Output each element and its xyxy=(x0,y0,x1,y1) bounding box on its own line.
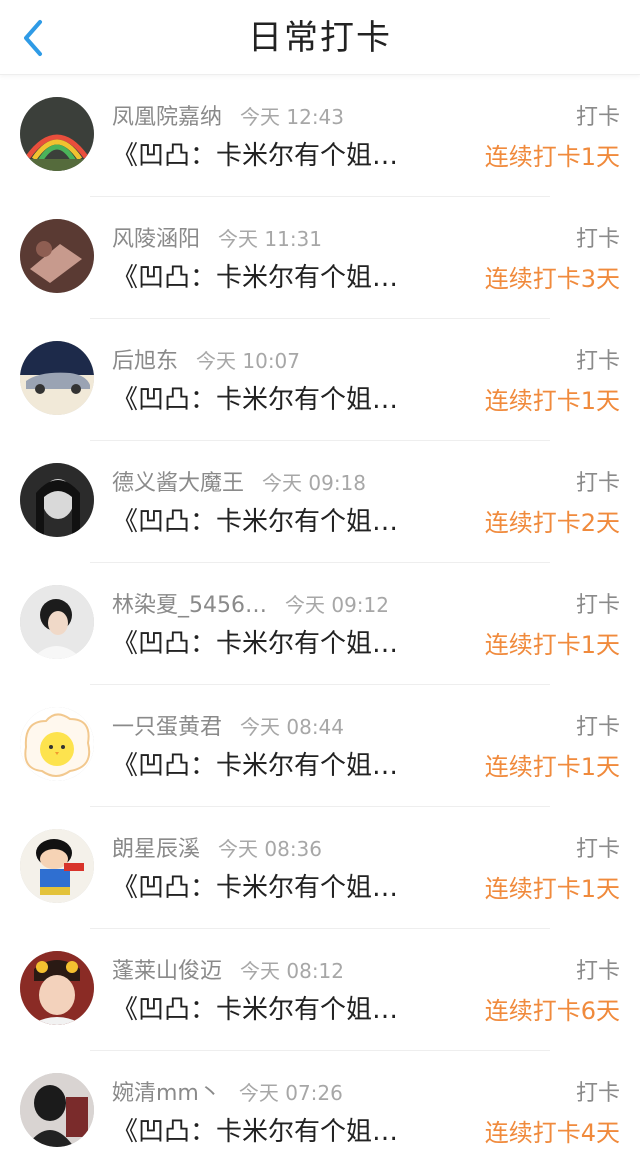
streak-label: 连续打卡1天 xyxy=(484,143,620,171)
avatar xyxy=(20,341,94,415)
streak-label: 连续打卡1天 xyxy=(484,875,620,903)
checkin-time: 今天 09:18 xyxy=(262,471,367,495)
list-item[interactable]: 德义酱大魔王 今天 09:18 打卡 《凹凸：卡米尔有个姐… 连续打卡2天 xyxy=(0,441,640,563)
user-name: 婉清mm丶 今天 07:26 xyxy=(112,1075,343,1107)
book-title: 《凹凸：卡米尔有个姐… xyxy=(112,507,399,537)
avatar xyxy=(20,707,94,781)
checkin-time: 今天 07:26 xyxy=(238,1081,343,1105)
checkin-time: 今天 10:07 xyxy=(196,349,301,373)
user-name: 凤凰院嘉纳 今天 12:43 xyxy=(112,99,344,131)
user-name-text: 蓬莱山俊迈 xyxy=(112,959,223,984)
book-title: 《凹凸：卡米尔有个姐… xyxy=(112,629,399,659)
list-item[interactable]: 风陵涵阳 今天 11:31 打卡 《凹凸：卡米尔有个姐… 连续打卡3天 xyxy=(0,197,640,319)
streak-label: 连续打卡1天 xyxy=(484,387,620,415)
checkin-time: 今天 09:12 xyxy=(285,593,389,617)
book-title: 《凹凸：卡米尔有个姐… xyxy=(112,1117,399,1147)
user-name: 蓬莱山俊迈 今天 08:12 xyxy=(112,953,344,985)
action-label: 打卡 xyxy=(575,593,620,618)
action-label: 打卡 xyxy=(575,471,620,496)
user-name-text: 德义酱大魔王 xyxy=(112,471,245,496)
list-item[interactable]: 后旭东 今天 10:07 打卡 《凹凸：卡米尔有个姐… 连续打卡1天 xyxy=(0,319,640,441)
user-name: 后旭东 今天 10:07 xyxy=(112,343,300,375)
action-label: 打卡 xyxy=(575,105,620,130)
action-label: 打卡 xyxy=(575,837,620,862)
list-item[interactable]: 林染夏_5456… 今天 09:12 打卡 《凹凸：卡米尔有个姐… 连续打卡1天 xyxy=(0,563,640,685)
header-bar: 日常打卡 xyxy=(0,0,640,75)
streak-label: 连续打卡4天 xyxy=(484,1119,620,1147)
checkin-time: 今天 08:36 xyxy=(218,837,323,861)
list-item[interactable]: 蓬莱山俊迈 今天 08:12 打卡 《凹凸：卡米尔有个姐… 连续打卡6天 xyxy=(0,929,640,1051)
book-title: 《凹凸：卡米尔有个姐… xyxy=(112,751,399,781)
user-name-text: 风陵涵阳 xyxy=(112,227,201,252)
user-name-text: 一只蛋黄君 xyxy=(112,715,223,740)
avatar xyxy=(20,97,94,171)
streak-label: 连续打卡1天 xyxy=(484,753,620,781)
user-name-text: 朗星辰溪 xyxy=(112,837,201,862)
streak-label: 连续打卡2天 xyxy=(484,509,620,537)
streak-label: 连续打卡6天 xyxy=(484,997,620,1025)
avatar xyxy=(20,951,94,1025)
streak-label: 连续打卡1天 xyxy=(484,631,620,659)
streak-label: 连续打卡3天 xyxy=(484,265,620,293)
book-title: 《凹凸：卡米尔有个姐… xyxy=(112,263,399,293)
user-name-text: 林染夏_5456… xyxy=(112,593,267,618)
avatar xyxy=(20,219,94,293)
user-name: 德义酱大魔王 今天 09:18 xyxy=(112,465,366,497)
action-label: 打卡 xyxy=(575,715,620,740)
action-label: 打卡 xyxy=(575,1081,620,1106)
user-name: 一只蛋黄君 今天 08:44 xyxy=(112,709,344,741)
book-title: 《凹凸：卡米尔有个姐… xyxy=(112,385,399,415)
avatar xyxy=(20,585,94,659)
avatar xyxy=(20,1073,94,1147)
checkin-time: 今天 08:44 xyxy=(240,715,345,739)
action-label: 打卡 xyxy=(575,227,620,252)
avatar xyxy=(20,829,94,903)
user-name-text: 婉清mm丶 xyxy=(112,1081,221,1106)
list-item[interactable]: 凤凰院嘉纳 今天 12:43 打卡 《凹凸：卡米尔有个姐… 连续打卡1天 xyxy=(0,75,640,197)
checkin-time: 今天 08:12 xyxy=(240,959,345,983)
user-name: 朗星辰溪 今天 08:36 xyxy=(112,831,322,863)
book-title: 《凹凸：卡米尔有个姐… xyxy=(112,873,399,903)
checkin-time: 今天 12:43 xyxy=(240,105,345,129)
book-title: 《凹凸：卡米尔有个姐… xyxy=(112,995,399,1025)
action-label: 打卡 xyxy=(575,349,620,374)
action-label: 打卡 xyxy=(575,959,620,984)
avatar xyxy=(20,463,94,537)
user-name-text: 后旭东 xyxy=(112,349,179,374)
list-item[interactable]: 朗星辰溪 今天 08:36 打卡 《凹凸：卡米尔有个姐… 连续打卡1天 xyxy=(0,807,640,929)
checkin-list: 凤凰院嘉纳 今天 12:43 打卡 《凹凸：卡米尔有个姐… 连续打卡1天 风陵涵阳… xyxy=(0,75,640,1167)
page-title: 日常打卡 xyxy=(248,18,392,58)
book-title: 《凹凸：卡米尔有个姐… xyxy=(112,141,399,171)
user-name: 风陵涵阳 今天 11:31 xyxy=(112,221,322,253)
list-item[interactable]: 婉清mm丶 今天 07:26 打卡 《凹凸：卡米尔有个姐… 连续打卡4天 xyxy=(0,1051,640,1167)
user-name-text: 凤凰院嘉纳 xyxy=(112,105,223,130)
user-name: 林染夏_5456… 今天 09:12 xyxy=(112,587,389,619)
checkin-time: 今天 11:31 xyxy=(218,227,323,251)
list-item[interactable]: 一只蛋黄君 今天 08:44 打卡 《凹凸：卡米尔有个姐… 连续打卡1天 xyxy=(0,685,640,807)
